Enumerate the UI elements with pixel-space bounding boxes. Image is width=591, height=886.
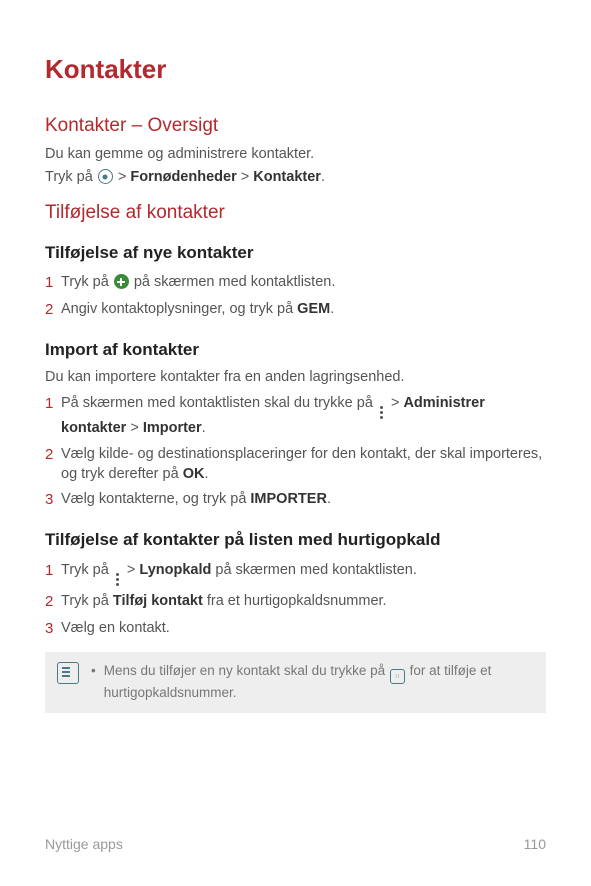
step-number: 1: [45, 273, 61, 293]
page-body: Kontakter Kontakter – Oversigt Du kan ge…: [0, 0, 591, 713]
plus-icon: [114, 274, 129, 289]
section-add-heading: Tilføjelse af kontakter: [45, 200, 546, 226]
more-icon: [116, 573, 120, 586]
step-body: På skærmen med kontaktlisten skal du try…: [61, 394, 546, 439]
step-2: 2 Angiv kontaktoplysninger, og tryk på G…: [45, 297, 546, 323]
step-number: 3: [45, 619, 61, 639]
step-number: 1: [45, 561, 61, 581]
note-line: • Mens du tilføjer en ny kontakt skal du…: [91, 662, 534, 703]
step-3: 3 Vælg kontakterne, og tryk på IMPORTER.: [45, 487, 546, 513]
path-essentials: Fornødenheder: [130, 169, 236, 185]
note-text: Mens du tilføjer en ny kontakt skal du t…: [104, 662, 534, 703]
home-icon: [98, 169, 113, 184]
sub-import: Import af kontakter: [45, 339, 546, 362]
page-footer: Nyttige apps 110: [45, 835, 546, 854]
step-body: Vælg kontakterne, og tryk på IMPORTER.: [61, 490, 546, 510]
chevron-icon: >: [130, 420, 138, 436]
step-2: 2 Vælg kilde- og destinationsplaceringer…: [45, 442, 546, 487]
step-number: 2: [45, 592, 61, 612]
dialpad-icon: ∷: [390, 669, 405, 684]
step-3: 3 Vælg en kontakt.: [45, 616, 546, 642]
sub-speeddial: Tilføjelse af kontakter på listen med hu…: [45, 529, 546, 552]
step-body: Angiv kontaktoplysninger, og tryk på GEM…: [61, 300, 546, 320]
step-body: Vælg en kontakt.: [61, 619, 546, 639]
chevron-icon: >: [391, 395, 399, 411]
footer-page-number: 110: [524, 835, 546, 854]
overview-path: Tryk på > Fornødenheder > Kontakter.: [45, 168, 546, 188]
footer-section: Nyttige apps: [45, 835, 123, 854]
steps-speeddial: 1 Tryk på > Lynopkald på skærmen med kon…: [45, 558, 546, 642]
step-body: Vælg kilde- og destinationsplaceringer f…: [61, 445, 546, 484]
path-pre: Tryk på: [45, 169, 97, 185]
import-intro: Du kan importere kontakter fra en anden …: [45, 368, 546, 388]
note-icon: [57, 662, 79, 684]
note-content: • Mens du tilføjer en ny kontakt skal du…: [91, 662, 534, 703]
step-number: 2: [45, 300, 61, 320]
note-box: • Mens du tilføjer en ny kontakt skal du…: [45, 652, 546, 713]
page-title: Kontakter: [45, 52, 546, 87]
step-1: 1 På skærmen med kontaktlisten skal du t…: [45, 391, 546, 442]
chevron-icon: >: [127, 562, 135, 578]
step-2: 2 Tryk på Tilføj kontakt fra et hurtigop…: [45, 589, 546, 615]
path-contacts: Kontakter: [253, 169, 321, 185]
chevron-icon: >: [241, 169, 249, 185]
step-body: Tryk på på skærmen med kontaktlisten.: [61, 273, 546, 293]
overview-intro: Du kan gemme og administrere kontakter.: [45, 145, 546, 165]
steps-add-new: 1 Tryk på på skærmen med kontaktlisten. …: [45, 270, 546, 323]
step-body: Tryk på > Lynopkald på skærmen med konta…: [61, 561, 546, 586]
chevron-icon: >: [118, 169, 126, 185]
section-overview-heading: Kontakter – Oversigt: [45, 113, 546, 139]
more-icon: [380, 406, 384, 419]
step-body: Tryk på Tilføj kontakt fra et hurtigopka…: [61, 592, 546, 612]
step-number: 2: [45, 445, 61, 465]
step-number: 1: [45, 394, 61, 414]
steps-import: 1 På skærmen med kontaktlisten skal du t…: [45, 391, 546, 513]
step-1: 1 Tryk på > Lynopkald på skærmen med kon…: [45, 558, 546, 589]
bullet-icon: •: [91, 662, 96, 703]
step-1: 1 Tryk på på skærmen med kontaktlisten.: [45, 270, 546, 296]
sub-add-new: Tilføjelse af nye kontakter: [45, 242, 546, 265]
step-number: 3: [45, 490, 61, 510]
